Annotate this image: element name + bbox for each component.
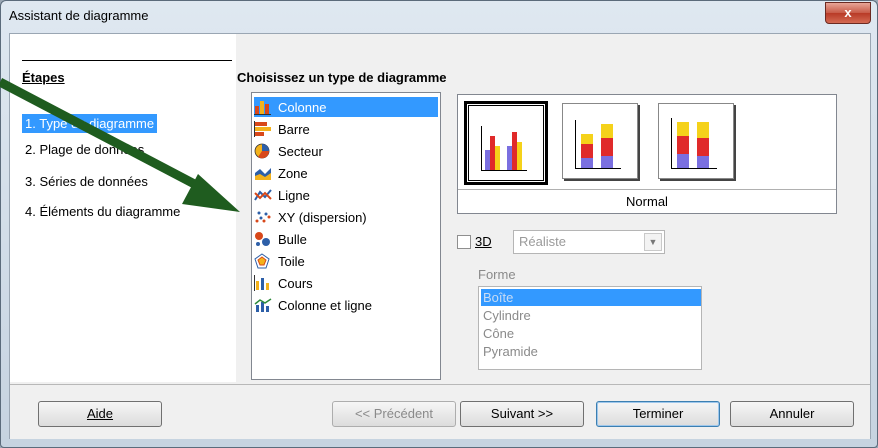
bar-chart-icon bbox=[254, 121, 271, 137]
steps-divider bbox=[22, 60, 232, 61]
button-bar: Aide << Précédent Suivant >> Terminer An… bbox=[10, 384, 870, 439]
chart-type-label: Colonne bbox=[278, 99, 327, 115]
chart-type-bubble[interactable]: Bulle bbox=[254, 229, 438, 249]
chart-type-column-line[interactable]: Colonne et ligne bbox=[254, 295, 438, 315]
percent-stacked-variant-icon bbox=[671, 118, 717, 169]
chart-type-label: Barre bbox=[278, 121, 310, 137]
three-d-mode-value: Réaliste bbox=[519, 234, 566, 249]
area-chart-icon bbox=[255, 168, 271, 180]
variant-label: Normal bbox=[626, 194, 668, 209]
net-chart-icon bbox=[254, 253, 270, 269]
three-d-mode-select[interactable]: Réaliste ▼ bbox=[513, 230, 665, 254]
finish-button[interactable]: Terminer bbox=[596, 401, 720, 427]
chart-type-list[interactable]: Colonne Barre Secteur Zone Ligne XY (dis… bbox=[251, 92, 441, 380]
chart-type-net[interactable]: Toile bbox=[254, 251, 438, 271]
step-data-series[interactable]: 3. Séries de données bbox=[22, 172, 151, 191]
variant-panel: Normal bbox=[457, 94, 837, 214]
stacked-variant-icon bbox=[575, 120, 621, 169]
window-title: Assistant de diagramme bbox=[9, 8, 149, 23]
steps-panel: Étapes 1. Type du diagramme 2. Plage de … bbox=[10, 34, 236, 382]
chevron-down-icon[interactable]: ▼ bbox=[644, 233, 662, 251]
step-chart-elements[interactable]: 4. Éléments du diagramme bbox=[22, 202, 183, 221]
close-icon: x bbox=[844, 5, 852, 20]
chart-type-label: Bulle bbox=[278, 231, 307, 247]
stock-chart-icon bbox=[254, 275, 269, 291]
previous-button-label: << Précédent bbox=[354, 406, 434, 421]
chart-type-label: Secteur bbox=[278, 143, 323, 159]
pie-chart-icon bbox=[254, 143, 270, 159]
chart-type-label: Zone bbox=[278, 165, 308, 181]
dialog-client-area: Étapes 1. Type du diagramme 2. Plage de … bbox=[9, 33, 871, 439]
normal-variant-icon bbox=[481, 126, 527, 171]
previous-button[interactable]: << Précédent bbox=[332, 401, 456, 427]
close-button[interactable]: x bbox=[825, 2, 871, 24]
help-button-label: Aide bbox=[86, 406, 114, 421]
chart-type-stock[interactable]: Cours bbox=[254, 273, 438, 293]
steps-heading: Étapes bbox=[22, 70, 65, 85]
variant-normal[interactable] bbox=[464, 101, 548, 185]
shape-option-cylinder[interactable]: Cylindre bbox=[481, 307, 701, 324]
cancel-button[interactable]: Annuler bbox=[730, 401, 854, 427]
title-bar[interactable]: Assistant de diagramme x bbox=[1, 1, 877, 31]
shape-label: Forme bbox=[478, 267, 516, 282]
chart-type-heading: Choisissez un type de diagramme bbox=[237, 70, 447, 85]
three-d-checkbox[interactable]: 3D bbox=[457, 234, 492, 249]
chart-type-label: Colonne et ligne bbox=[278, 297, 372, 313]
variant-stacked[interactable] bbox=[562, 103, 638, 179]
column-chart-icon bbox=[254, 101, 271, 115]
shape-option-box[interactable]: Boîte bbox=[481, 289, 701, 306]
bubble-chart-icon bbox=[255, 232, 270, 246]
chart-type-scatter[interactable]: XY (dispersion) bbox=[254, 207, 438, 227]
next-button[interactable]: Suivant >> bbox=[460, 401, 584, 427]
step-data-range[interactable]: 2. Plage de données bbox=[22, 140, 147, 159]
shape-option-cone[interactable]: Cône bbox=[481, 325, 701, 342]
line-chart-icon bbox=[254, 189, 272, 201]
column-line-chart-icon bbox=[254, 298, 272, 312]
step-chart-type[interactable]: 1. Type du diagramme bbox=[22, 114, 158, 133]
shape-list[interactable]: Boîte Cylindre Cône Pyramide bbox=[478, 286, 702, 370]
chart-type-column[interactable]: Colonne bbox=[254, 97, 438, 117]
chart-wizard-window: Assistant de diagramme x Étapes 1. Type … bbox=[0, 0, 878, 448]
cancel-button-label: Annuler bbox=[769, 406, 815, 421]
variant-percent-stacked[interactable] bbox=[658, 103, 734, 179]
chart-type-label: Ligne bbox=[278, 187, 310, 203]
finish-button-label: Terminer bbox=[632, 406, 684, 421]
chart-type-pie[interactable]: Secteur bbox=[254, 141, 438, 161]
chart-type-bar[interactable]: Barre bbox=[254, 119, 438, 139]
chart-type-area[interactable]: Zone bbox=[254, 163, 438, 183]
next-button-label: Suivant >> bbox=[490, 406, 554, 421]
three-d-checkbox-box[interactable] bbox=[457, 234, 471, 249]
shape-option-pyramid[interactable]: Pyramide bbox=[481, 343, 701, 360]
chart-type-label: Cours bbox=[278, 275, 313, 291]
three-d-label: 3D bbox=[475, 234, 492, 249]
chart-type-label: Toile bbox=[278, 253, 305, 269]
help-button[interactable]: Aide bbox=[38, 401, 162, 427]
chart-type-line[interactable]: Ligne bbox=[254, 185, 438, 205]
chart-type-label: XY (dispersion) bbox=[278, 209, 367, 225]
scatter-chart-icon bbox=[255, 211, 271, 223]
variant-separator bbox=[458, 189, 836, 190]
